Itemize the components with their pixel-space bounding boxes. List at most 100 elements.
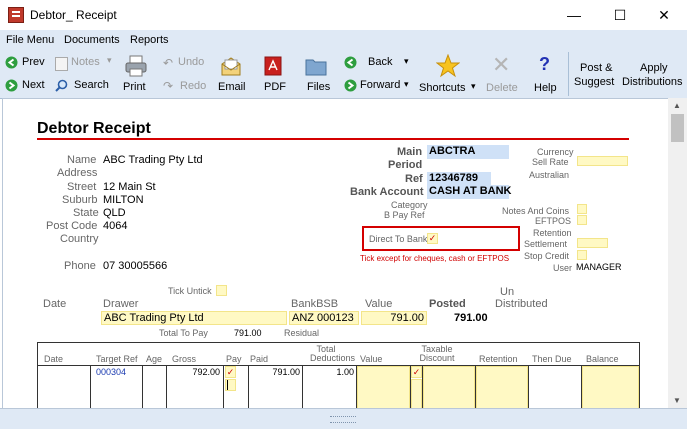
ref-value[interactable]: 12346789 [427,172,491,186]
close-button[interactable]: ✕ [641,0,687,30]
scroll-thumb[interactable] [671,114,684,142]
row-balance-field[interactable] [582,366,639,409]
files-label: Files [307,81,331,93]
next-label: Next [22,79,45,91]
col-date: Date [44,354,64,364]
row-discount-field[interactable] [423,366,475,409]
phone-label: Phone [64,260,96,272]
shortcuts-label: Shortcuts [419,82,466,94]
apply-distributions-label-2: Distributions [622,76,683,88]
col-gross: Gross [172,354,197,364]
row-taxable-cell[interactable] [411,379,422,409]
total-to-pay-label: Total To Pay [159,328,208,338]
prev-label: Prev [22,56,45,68]
maximize-button[interactable]: ☐ [597,0,643,30]
menu-documents[interactable]: Documents [64,34,120,46]
main-value[interactable]: ABCTRA [427,145,509,159]
menu-file[interactable]: File Menu [6,34,54,46]
sell-rate-field[interactable] [577,156,628,166]
stop-credit-checkbox[interactable] [577,250,587,260]
minimize-button[interactable]: — [551,0,597,30]
drawer-field[interactable]: ABC Trading Pty Ltd [101,311,287,325]
residual-label: Residual [284,328,320,338]
delete-icon: ✕ [492,52,511,77]
postcode-value[interactable]: 4064 [103,220,127,232]
pdf-icon [264,56,282,76]
col-age: Age [146,354,163,364]
search-icon [55,79,68,92]
row-value-field[interactable] [357,366,410,409]
street-value[interactable]: 12 Main St [103,181,156,193]
settlement-label: Settlement [524,239,568,249]
user-value: MANAGER [576,262,622,272]
notes-coins-checkbox[interactable] [577,204,587,214]
email-label: Email [218,81,246,93]
sell-rate-label: Sell Rate [532,157,569,167]
forward-icon [344,79,357,92]
scroll-down-icon[interactable]: ▼ [673,396,681,405]
un-label: Un [500,286,515,298]
australian-label: Australian [529,170,570,180]
suburb-value[interactable]: MILTON [103,194,144,206]
total-to-pay-value: 791.00 [234,328,262,338]
main-label: Main [397,146,423,158]
app-icon [8,7,24,23]
row-total-deductions: 1.00 [336,367,354,377]
printer-icon [125,55,147,77]
tick-untick-checkbox[interactable] [216,285,227,296]
row-taxable-checkbox[interactable]: ✓ [411,366,422,378]
notes-icon [55,57,68,71]
email-icon [221,57,241,76]
col-pay: Pay [226,354,242,364]
help-icon: ? [539,54,550,74]
row-retention-field[interactable] [476,366,528,409]
suburb-label: Suburb [62,194,98,206]
row-pay-checkbox[interactable]: ✓ [225,366,236,378]
col-retention: Retention [479,354,518,364]
page-title: Debtor Receipt [37,120,151,137]
settlement-field[interactable] [577,238,608,248]
col-taxable-discount: Taxable Discount [419,344,455,363]
row-paid: 791.00 [272,367,300,377]
notes-label: Notes [71,56,100,68]
category-label: Category [391,200,428,210]
name-value[interactable]: ABC Trading Pty Ltd [103,154,203,166]
direct-to-bank-checkbox[interactable]: ✓ [427,233,438,244]
vertical-scrollbar[interactable]: ▲ ▼ [668,98,687,408]
menu-reports[interactable]: Reports [130,34,169,46]
eftpos-label: EFTPOS [535,216,572,226]
undo-label: Undo [178,56,205,68]
toolbar-separator [568,52,569,96]
col-paid: Paid [250,354,269,364]
posted-label: Posted [429,298,466,310]
stop-credit-label: Stop Credit [524,251,570,261]
back-dropdown-icon: ▾ [404,56,409,66]
title-underline [37,138,629,140]
table-header-divider [38,365,639,366]
star-icon [436,54,460,78]
direct-to-bank-note: Tick except for cheques, cash or EFTPOS [360,254,510,263]
bank-account-value[interactable]: CASH AT BANK [427,185,512,199]
currency-label: Currency [537,147,574,157]
shortcuts-dropdown-icon: ▾ [471,81,476,91]
ref-label: Ref [405,173,423,185]
direct-to-bank-label: Direct To Bank [369,234,428,244]
toolbar: Prev Next Notes ▾ Search Print ↶ Undo ↷ … [0,50,687,99]
eftpos-checkbox[interactable] [577,215,587,225]
scroll-up-icon[interactable]: ▲ [673,101,681,110]
bankbsb-field[interactable]: ANZ 000123 [289,311,359,325]
tick-untick-label: Tick Untick [168,286,212,296]
splitter-bar[interactable] [0,408,687,429]
redo-label: Redo [180,80,207,92]
search-label: Search [74,79,109,91]
phone-value[interactable]: 07 30005566 [103,260,167,272]
redo-icon: ↷ [163,79,174,93]
pdf-label: PDF [264,81,286,93]
row-target-ref[interactable]: 000304 [96,367,126,377]
splitter-grip[interactable] [330,416,356,423]
period-label: Period [388,159,423,171]
state-value[interactable]: QLD [103,207,126,219]
bank-account-label: Bank Account [350,186,424,198]
col-total-deductions: Total Deductions [310,344,356,363]
value-field[interactable]: 791.00 [361,311,427,325]
